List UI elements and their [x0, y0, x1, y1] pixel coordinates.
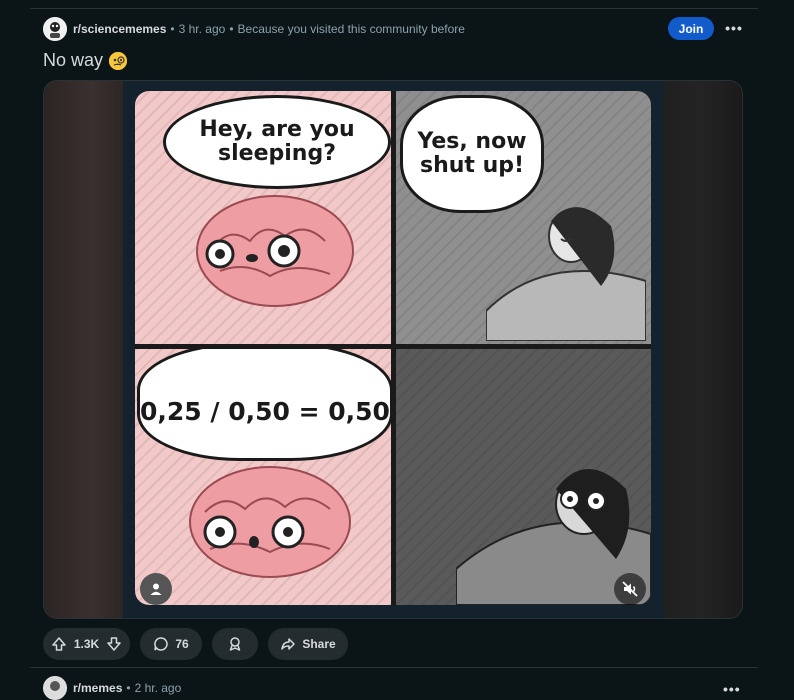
top-divider	[30, 8, 758, 9]
speech-bubble: 0,25 / 0,50 = 0,50	[137, 349, 391, 461]
recommendation-reason: Because you visited this community befor…	[237, 22, 465, 36]
speaker-muted-icon	[622, 581, 638, 597]
post-title[interactable]: No way	[43, 50, 128, 71]
subreddit-avatar[interactable]	[43, 17, 67, 41]
brain-icon	[196, 195, 354, 307]
post-title-text: No way	[43, 50, 104, 70]
award-button[interactable]	[212, 628, 258, 660]
vote-count: 1.3K	[73, 637, 100, 651]
media-blur-right	[660, 81, 742, 618]
comments-count: 76	[175, 637, 189, 651]
award-icon	[229, 637, 241, 651]
comic-panel-awake-woman	[396, 349, 651, 605]
panel2-text: Yes, now shut up!	[417, 128, 527, 178]
post-header: r/sciencememes • 3 hr. ago • Because you…	[43, 16, 753, 42]
brain-icon	[189, 466, 351, 578]
speech-bubble: Hey, are you sleeping?	[163, 95, 391, 189]
memes-avatar-icon	[43, 676, 67, 700]
separator-dot: •	[229, 22, 234, 36]
share-label: Share	[302, 637, 336, 651]
comic-panel-sleeping-woman: Yes, now shut up!	[396, 91, 651, 344]
join-button[interactable]: Join	[668, 17, 714, 40]
post-media[interactable]: Hey, are you sleeping? Yes, now shut up!	[43, 80, 743, 619]
mute-button[interactable]	[614, 573, 646, 605]
separator-dot: •	[126, 681, 131, 695]
post-actions: 1.3K 76 Share	[43, 628, 348, 660]
post-time: 3 hr. ago	[178, 22, 226, 36]
next-subreddit-name[interactable]: r/memes	[73, 681, 122, 695]
next-post-header: r/memes • 2 hr. ago	[43, 676, 181, 700]
more-options-icon[interactable]: •••	[723, 17, 745, 39]
user-tag-button[interactable]	[140, 573, 172, 605]
comments-button[interactable]: 76	[140, 628, 202, 660]
share-arrow-icon	[281, 638, 296, 650]
vote-control: 1.3K	[43, 628, 130, 660]
comment-bubble-icon	[154, 637, 169, 651]
next-post-time: 2 hr. ago	[134, 681, 182, 695]
panel3-text: 0,25 / 0,50 = 0,50	[140, 397, 390, 427]
downvote-icon[interactable]	[106, 636, 122, 652]
user-icon	[150, 583, 162, 595]
sleeping-woman-icon	[486, 207, 646, 341]
media-blur-left	[44, 81, 124, 618]
comic-panel-brain-math: 0,25 / 0,50 = 0,50	[135, 349, 391, 605]
comic-panel-brain-asking: Hey, are you sleeping?	[135, 91, 391, 344]
media-frame: Hey, are you sleeping? Yes, now shut up!	[123, 81, 663, 618]
science-avatar-icon	[43, 17, 67, 41]
next-subreddit-avatar[interactable]	[43, 676, 67, 700]
upvote-icon[interactable]	[51, 636, 67, 652]
post-divider	[30, 667, 758, 668]
monocle-emoji-icon	[109, 51, 128, 70]
next-more-options-icon[interactable]: •••	[723, 681, 741, 697]
meme-image: Hey, are you sleeping? Yes, now shut up!	[135, 91, 651, 605]
share-button[interactable]: Share	[268, 628, 348, 660]
panel1-text: Hey, are you sleeping?	[199, 116, 355, 166]
subreddit-name[interactable]: r/sciencememes	[73, 22, 166, 36]
separator-dot: •	[170, 22, 175, 36]
